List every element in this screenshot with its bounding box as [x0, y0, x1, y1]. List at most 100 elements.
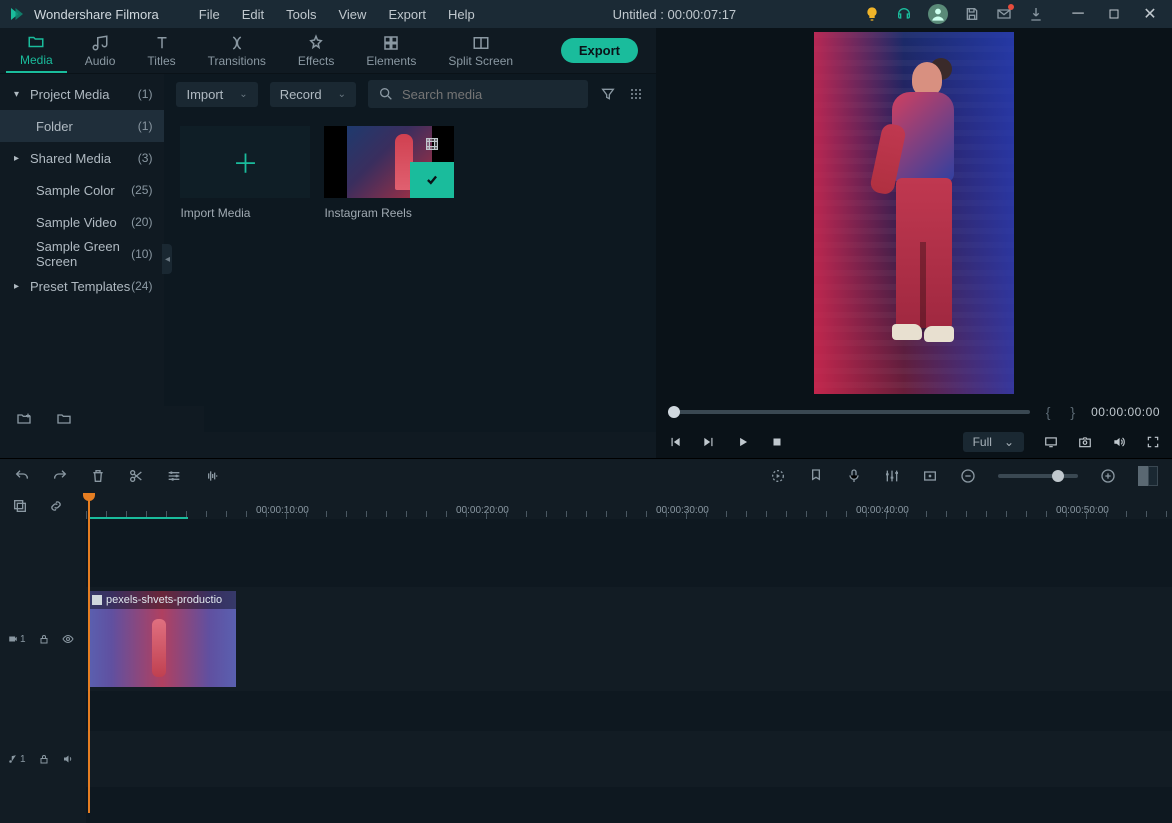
tab-audio[interactable]: Audio — [71, 29, 130, 73]
timeline-ruler[interactable]: 00:00:10:0000:00:20:0000:00:30:0000:00:4… — [86, 493, 1172, 519]
new-folder-icon[interactable] — [16, 411, 32, 427]
timeline-panel: 00:00:10:0000:00:20:0000:00:30:0000:00:4… — [0, 458, 1172, 823]
track-size-toggle[interactable] — [1138, 466, 1158, 486]
mode-tabs: Media Audio Titles Transitions Effects E… — [0, 28, 656, 74]
preview-quality-dropdown[interactable]: Full⌄ — [963, 432, 1024, 452]
grid-view-icon[interactable] — [628, 86, 644, 102]
sidebar-item-preset-templates[interactable]: ▸Preset Templates(24) — [0, 270, 164, 302]
menu-help[interactable]: Help — [438, 3, 485, 26]
folder-icon[interactable] — [56, 411, 72, 427]
tab-titles[interactable]: Titles — [133, 29, 189, 73]
keyframe-panel-icon[interactable] — [922, 468, 938, 484]
tab-media-label: Media — [20, 53, 53, 67]
timeline-clip[interactable]: pexels-shvets-productio — [88, 591, 236, 687]
app-brand: Wondershare Filmora — [34, 7, 159, 22]
menu-tools[interactable]: Tools — [276, 3, 326, 26]
render-icon[interactable] — [770, 468, 786, 484]
menu-view[interactable]: View — [328, 3, 376, 26]
tab-splitscreen-label: Split Screen — [448, 54, 513, 68]
redo-icon[interactable] — [52, 468, 68, 484]
delete-icon[interactable] — [90, 468, 106, 484]
search-icon — [378, 86, 394, 102]
tab-elements[interactable]: Elements — [352, 29, 430, 73]
visibility-icon[interactable] — [62, 633, 74, 645]
lock-icon[interactable] — [38, 753, 50, 765]
tab-split-screen[interactable]: Split Screen — [434, 29, 527, 73]
mark-in-icon[interactable]: { — [1042, 404, 1055, 420]
scrubber-handle[interactable] — [668, 406, 680, 418]
chevron-down-icon: ⌄ — [239, 89, 247, 100]
sidebar-item-shared-media[interactable]: ▸Shared Media(3) — [0, 142, 164, 174]
fullscreen-icon[interactable] — [1146, 435, 1160, 449]
app-logo — [8, 5, 26, 23]
sidebar-item-sample-color[interactable]: Sample Color(25) — [0, 174, 164, 206]
import-dropdown[interactable]: Import⌄ — [176, 82, 257, 107]
voiceover-icon[interactable] — [846, 468, 862, 484]
menu-edit[interactable]: Edit — [232, 3, 274, 26]
clip-name: pexels-shvets-productio — [106, 594, 222, 606]
ruler-label: 00:00:20:00 — [456, 505, 509, 516]
zoom-out-icon[interactable] — [960, 468, 976, 484]
mute-icon[interactable] — [62, 753, 74, 765]
sidebar-item-sample-video[interactable]: Sample Video(20) — [0, 206, 164, 238]
window-close[interactable]: ✕ — [1136, 0, 1164, 28]
snapshot-icon[interactable] — [1078, 435, 1092, 449]
sidebar-item-sample-green-screen[interactable]: Sample Green Screen(10) — [0, 238, 164, 270]
preview-frame — [814, 32, 1014, 394]
sidebar-item-folder[interactable]: Folder(1) — [0, 110, 164, 142]
menu-export[interactable]: Export — [378, 3, 436, 26]
edit-settings-icon[interactable] — [166, 468, 182, 484]
audio-track[interactable]: 1 — [0, 731, 1172, 787]
next-frame-icon[interactable] — [702, 435, 716, 449]
duplicate-track-icon[interactable] — [12, 498, 28, 514]
stop-icon[interactable] — [770, 435, 784, 449]
tab-media[interactable]: Media — [6, 29, 67, 73]
preview-scrubber[interactable] — [668, 410, 1030, 414]
media-clip-tile[interactable]: Instagram Reels — [324, 126, 454, 220]
zoom-slider[interactable] — [998, 474, 1078, 478]
tab-effects[interactable]: Effects — [284, 29, 348, 73]
volume-icon[interactable] — [1112, 435, 1126, 449]
split-clip-icon[interactable] — [128, 468, 144, 484]
save-icon[interactable] — [964, 6, 980, 22]
prev-frame-icon[interactable] — [668, 435, 682, 449]
filter-icon[interactable] — [600, 86, 616, 102]
chevron-down-icon: ▾ — [14, 89, 24, 100]
video-track[interactable]: 1 pexels-shvets-productio — [0, 587, 1172, 691]
zoom-in-icon[interactable] — [1100, 468, 1116, 484]
window-minimize[interactable]: ─ — [1064, 0, 1092, 28]
audio-track-label: 1 — [8, 754, 26, 765]
support-icon[interactable] — [896, 6, 912, 22]
collapse-sidebar-handle[interactable]: ◂ — [162, 244, 172, 274]
window-maximize[interactable] — [1100, 0, 1128, 28]
undo-icon[interactable] — [14, 468, 30, 484]
playhead[interactable] — [88, 493, 90, 813]
play-icon[interactable] — [736, 435, 750, 449]
sidebar-item-project-media[interactable]: ▾Project Media(1) — [0, 78, 164, 110]
menu-file[interactable]: File — [189, 3, 230, 26]
preview-timecode: 00:00:00:00 — [1091, 405, 1160, 419]
account-icon[interactable] — [928, 4, 948, 24]
zoom-handle[interactable] — [1052, 470, 1064, 482]
lock-icon[interactable] — [38, 633, 50, 645]
document-title: Untitled : 00:00:07:17 — [485, 7, 864, 22]
tab-transitions[interactable]: Transitions — [194, 29, 280, 73]
link-tracks-icon[interactable] — [48, 498, 64, 514]
display-icon[interactable] — [1044, 435, 1058, 449]
record-dropdown[interactable]: Record⌄ — [270, 82, 356, 107]
preview-viewport[interactable] — [656, 28, 1172, 398]
check-icon — [425, 173, 439, 187]
mark-out-icon[interactable]: } — [1066, 404, 1079, 420]
export-button[interactable]: Export — [561, 38, 638, 63]
messages-icon[interactable] — [996, 6, 1012, 22]
audio-waveform-icon[interactable] — [204, 468, 220, 484]
search-input[interactable] — [402, 87, 578, 102]
search-wrap — [368, 80, 588, 108]
plus-icon: ＋ — [232, 144, 258, 181]
download-icon[interactable] — [1028, 6, 1044, 22]
tips-icon[interactable] — [864, 6, 880, 22]
marker-icon[interactable] — [808, 468, 824, 484]
import-media-tile[interactable]: ＋ Import Media — [180, 126, 310, 220]
effects-icon — [307, 34, 325, 52]
audio-mixer-icon[interactable] — [884, 468, 900, 484]
